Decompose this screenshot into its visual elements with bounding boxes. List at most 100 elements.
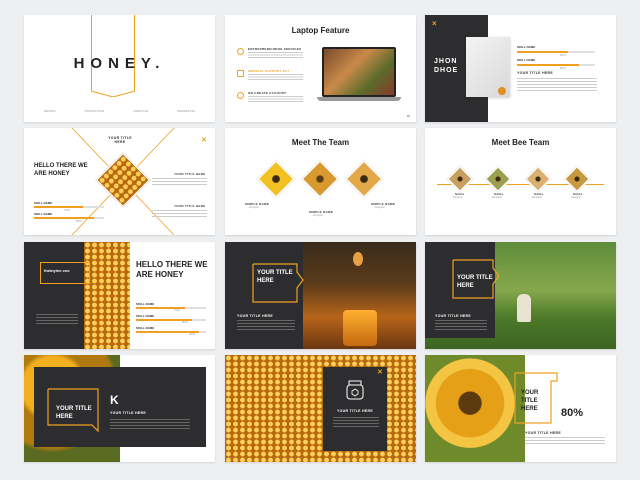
block-title: YOUR TITLE HERE: [174, 204, 206, 208]
slide-6-meet-bee-team[interactable]: Meet Bee Team Smile Designer Smile Desig…: [425, 128, 616, 235]
skill-bar: [517, 64, 595, 66]
frame-title: YOUR TITLE HERE: [56, 406, 92, 420]
big-letter: K: [110, 393, 119, 407]
close-icon[interactable]: ✕: [201, 136, 207, 144]
sub-title: YOUR TITLE HERE: [435, 314, 472, 318]
close-icon[interactable]: ✕: [377, 368, 383, 376]
slide-2-laptop-feature[interactable]: Laptop Feature ENTREPRENEURING SERVICES …: [225, 15, 416, 122]
tab-productive: PRODUCTIVE: [84, 109, 105, 113]
feature-item: WEBSITE SUPPORT 24/7: [237, 69, 305, 91]
page-number: 18: [406, 114, 410, 118]
feature-text-lines: [248, 52, 303, 58]
tab-creative: CREATIVE: [133, 109, 149, 113]
bee-member-diamond: [564, 166, 590, 192]
honey-jar-icon: [346, 380, 364, 400]
skill-percent: 70%: [64, 208, 71, 212]
dark-left-panel: [24, 242, 86, 349]
frame-title: YOUR TITLE HERE: [521, 390, 539, 412]
laptop-mockup: [317, 47, 401, 103]
ribbon-tail: [91, 90, 135, 97]
feature-title: ON CREATE ACCOUNT: [248, 91, 287, 95]
member-role: Designer: [492, 196, 503, 199]
tools-icon: [237, 70, 244, 77]
team-photo-diamond: [301, 160, 339, 198]
member-role: Designer: [532, 196, 543, 199]
team-icon: [237, 48, 244, 55]
honey-dipper: [498, 87, 506, 95]
feature-list: ENTREPRENEURING SERVICES WEBSITE SUPPORT…: [237, 47, 305, 113]
skill-percent: 80%: [182, 320, 189, 324]
skill-label: SKILL NAME: [136, 326, 155, 330]
team-photo-diamond: [257, 160, 295, 198]
sunflower-photo: [425, 355, 525, 462]
laptop-screen: [322, 47, 396, 97]
slide-10-sunflower-k[interactable]: YOUR TITLE HERE K YOUR TITLE HERE: [24, 355, 215, 462]
feature-text-lines: [248, 96, 303, 102]
profile-subtitle: YOUR TITLE HERE: [517, 71, 554, 75]
feature-text-lines: [248, 74, 303, 80]
slide-4-hello-honey[interactable]: YOUR TITLE HERE ✕ HELLO THERE WE ARE HON…: [24, 128, 215, 235]
honeycomb-photo: [84, 242, 130, 349]
honey-dipper-stick: [353, 252, 363, 266]
close-icon[interactable]: ×: [432, 19, 437, 28]
slide-title: Meet The Team: [291, 138, 350, 147]
money-icon: [237, 92, 244, 99]
dark-text-lines: [36, 314, 78, 326]
slide-title: Laptop Feature: [291, 26, 350, 35]
skill-label: SKILL NAME: [517, 45, 536, 49]
slide-5-meet-the-team[interactable]: Meet The Team SIMPLE NAME Designer SIMPL…: [225, 128, 416, 235]
sub-title: YOUR TITLE HERE: [110, 411, 147, 415]
bee-member-diamond: [485, 166, 511, 192]
dark-text-lines: [333, 417, 379, 429]
member-role: Designer: [313, 214, 324, 217]
slide-7-honeycomb-hello[interactable]: theinyine ceo HELLO THERE WE ARE HONEY S…: [24, 242, 215, 349]
frame-label: theinyine ceo: [44, 268, 70, 273]
profile-text-lines: [517, 78, 597, 92]
bee-member-diamond: [447, 166, 473, 192]
label-frame: [40, 262, 90, 284]
skill-bar-fill-2: [34, 217, 94, 219]
bee-member-diamond: [525, 166, 551, 192]
feature-title: ENTREPRENEURING SERVICES: [248, 47, 302, 51]
skill-label: SKILL NAME: [517, 58, 536, 62]
hello-heading: HELLO THERE WE ARE HONEY: [136, 260, 208, 279]
skill-percent: 80%: [560, 66, 567, 70]
tab-marketing: MARKETING: [177, 109, 195, 113]
skill-label: SKILL NAME: [34, 201, 53, 205]
laptop-base: [317, 97, 401, 101]
slide-title: Meet Bee Team: [491, 138, 550, 147]
member-role: Designer: [249, 206, 260, 209]
skill-bar-fill-2: [517, 64, 580, 66]
skill-percent: 70%: [174, 308, 181, 312]
hello-heading: HELLO THERE WE ARE HONEY: [34, 163, 88, 177]
sub-title: YOUR TITLE HERE: [525, 431, 562, 435]
slide-12-sunflower-percent[interactable]: YOUR TITLE HERE 80% YOUR TITLE HERE: [425, 355, 616, 462]
skill-bar-fill-1: [34, 206, 83, 208]
skill-percent: 85%: [76, 219, 83, 223]
slide-1-honey-cover[interactable]: HONEY. DESIGN PRODUCTIVE CREATIVE MARKET…: [24, 15, 215, 122]
slide-8-honey-jar[interactable]: YOUR TITLE HERE YOUR TITLE HERE: [225, 242, 416, 349]
sub-title: YOUR TITLE HERE: [237, 314, 274, 318]
skill-label: SKILL NAME: [136, 302, 155, 306]
frame-title: YOUR TITLE HERE: [257, 270, 293, 284]
corner-title: YOUR TITLE HERE: [108, 136, 132, 144]
dark-text-lines: [237, 320, 295, 332]
percent-value: 80%: [561, 407, 584, 419]
skill-label: SKILL NAME: [34, 212, 53, 216]
slide-11-honeycomb-jar[interactable]: ✕ YOUR TITLE HERE: [225, 355, 416, 462]
block-title: YOUR TITLE HERE: [174, 172, 206, 176]
skill-bar: [136, 331, 206, 333]
dark-text-lines: [435, 320, 487, 330]
slide-3-profile[interactable]: × JHON DHOE SKILL NAME 65% SKILL NAME 80…: [425, 15, 616, 122]
text-lines: [525, 437, 605, 445]
feature-item: ON CREATE ACCOUNT: [237, 91, 305, 113]
skill-bar: [34, 217, 104, 219]
honey-jar-shape: [343, 310, 377, 346]
member-role: Designer: [375, 206, 386, 209]
honey-title: HONEY.: [73, 55, 166, 72]
slide-9-beekeeper[interactable]: YOUR TITLE HERE YOUR TITLE HERE: [425, 242, 616, 349]
beekeeper-figure: [517, 294, 531, 322]
member-role: Designer: [571, 196, 582, 199]
block-text: [152, 178, 207, 186]
skill-percent: 65%: [560, 53, 567, 57]
